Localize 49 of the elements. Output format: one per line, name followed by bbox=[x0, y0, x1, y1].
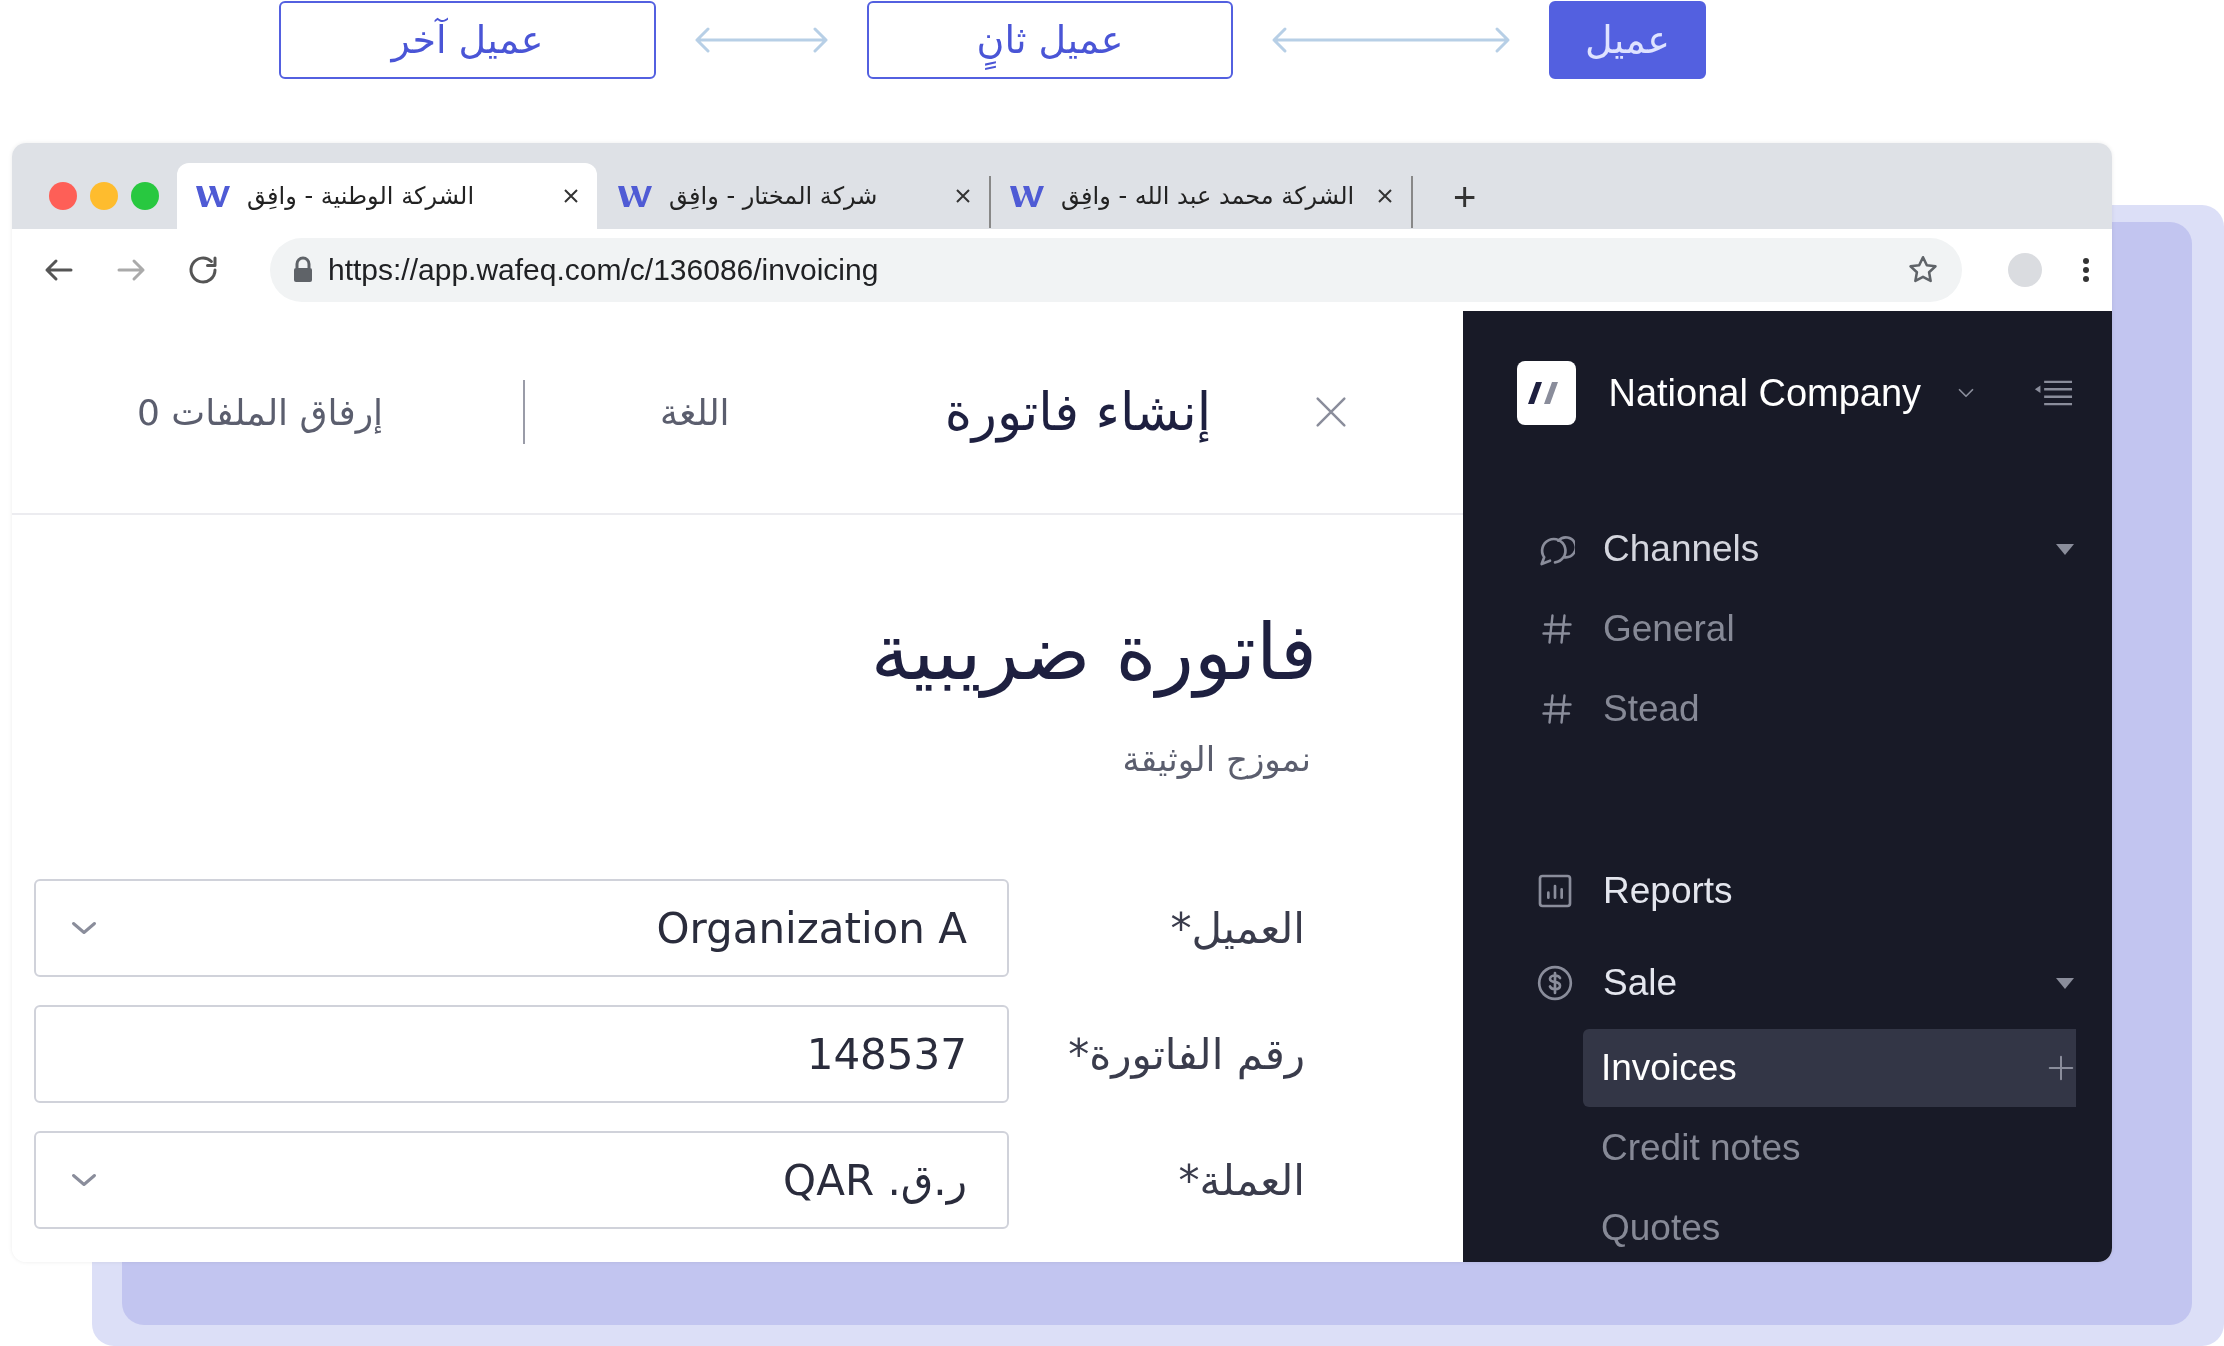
client-button[interactable]: عميل آخر bbox=[279, 1, 656, 79]
more-menu-icon[interactable] bbox=[2082, 257, 2090, 283]
address-bar[interactable]: https://app.wafeq.com/c/136086/invoicing bbox=[270, 238, 1962, 302]
nav-subitem[interactable]: Quotes bbox=[1583, 1189, 2076, 1262]
new-tab-button[interactable]: + bbox=[1453, 177, 1477, 217]
nav-item[interactable]: Reports bbox=[1463, 845, 2112, 937]
company-name[interactable]: National Company bbox=[1608, 371, 1922, 415]
hash-icon bbox=[1539, 691, 1575, 727]
company-logo-icon bbox=[1517, 361, 1577, 425]
nav-item[interactable]: Sale bbox=[1463, 937, 2112, 1029]
hash-icon bbox=[1539, 611, 1575, 647]
nav-item[interactable]: Channels bbox=[1463, 509, 2112, 589]
double-arrow-icon bbox=[694, 25, 829, 55]
close-tab-icon[interactable] bbox=[955, 188, 971, 204]
field-label: العميل* bbox=[1169, 903, 1305, 953]
select-field[interactable]: Organization A bbox=[34, 879, 1009, 977]
caret-icon[interactable] bbox=[2054, 541, 2076, 557]
nav-subitem[interactable]: Credit notes bbox=[1583, 1109, 2076, 1187]
document-title: فاتورة ضريبية bbox=[869, 607, 1317, 697]
plus-icon[interactable] bbox=[2046, 1053, 2076, 1083]
nav-subitem[interactable]: Invoices bbox=[1583, 1029, 2076, 1107]
close-tab-icon[interactable] bbox=[563, 188, 579, 204]
lock-icon bbox=[292, 256, 314, 284]
w-logo-icon bbox=[617, 183, 653, 209]
browser-tab[interactable]: الشركة الوطنية - وافِق bbox=[177, 163, 597, 229]
browser-tab[interactable]: شركة المختار - وافِق bbox=[599, 163, 989, 229]
input-field[interactable]: 148537 bbox=[34, 1005, 1009, 1103]
dollar-icon bbox=[1535, 963, 1575, 1003]
client-button[interactable]: عميل ثانٍ bbox=[867, 1, 1233, 79]
document-template-label: نموزج الوثيقة bbox=[1121, 739, 1311, 779]
w-logo-icon bbox=[195, 183, 231, 209]
double-arrow-icon bbox=[1271, 25, 1511, 55]
field-label: رقم الفاتورة* bbox=[1067, 1029, 1305, 1079]
client-button[interactable]: عميل bbox=[1549, 1, 1706, 79]
collapse-menu-icon[interactable] bbox=[2033, 378, 2074, 408]
nav-item[interactable]: General bbox=[1463, 589, 2112, 669]
language-button[interactable]: اللغة bbox=[660, 391, 730, 433]
form-title: إنشاء فاتورة bbox=[944, 382, 1212, 442]
tab-title: شركة المختار - وافِق bbox=[669, 182, 879, 210]
field-label: العملة* bbox=[1177, 1155, 1305, 1205]
tab-title: الشركة الوطنية - وافِق bbox=[247, 182, 476, 210]
close-tab-icon[interactable] bbox=[1377, 188, 1393, 204]
attach-files-button[interactable]: إرفاق الملفات 0 bbox=[137, 391, 384, 433]
tab-title: الشركة محمد عبد الله - وافِق bbox=[1061, 182, 1356, 210]
caret-icon[interactable] bbox=[2054, 975, 2076, 991]
browser-tab[interactable]: الشركة محمد عبد الله - وافِق bbox=[991, 163, 1411, 229]
select-field[interactable]: ر.ق. QAR bbox=[34, 1131, 1009, 1229]
nav-item[interactable]: Stead bbox=[1463, 669, 2112, 749]
w-logo-icon bbox=[1009, 183, 1045, 209]
